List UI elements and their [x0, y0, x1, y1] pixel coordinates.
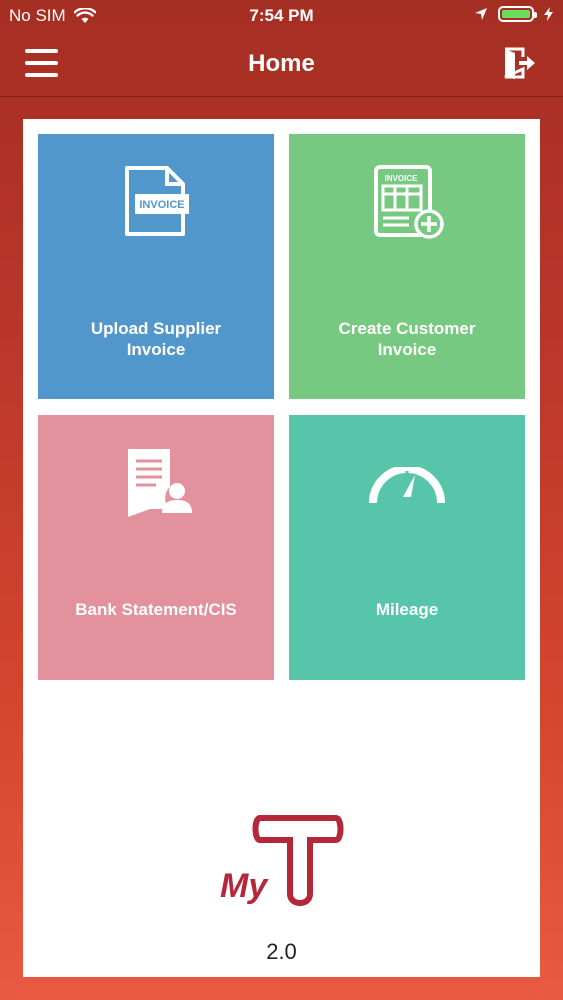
tile-label-line2: Invoice [377, 340, 437, 359]
status-right [474, 6, 553, 22]
charging-icon [544, 7, 553, 21]
tile-label-line2: Invoice [126, 340, 186, 359]
upload-supplier-invoice-tile[interactable]: INVOICE Upload Supplier Invoice [38, 134, 274, 399]
svg-text:INVOICE: INVOICE [139, 199, 184, 211]
mileage-tile[interactable]: Mileage [289, 415, 525, 680]
svg-text:INVOICE: INVOICE [385, 174, 419, 183]
battery-icon [498, 6, 537, 22]
statement-user-icon [38, 447, 274, 524]
tile-label-line1: Upload Supplier [90, 319, 222, 338]
tile-label: Create Customer Invoice [299, 318, 515, 360]
tile-label-line1: Create Customer [338, 319, 476, 338]
create-customer-invoice-tile[interactable]: INVOICE Create Customer Invoice [289, 134, 525, 399]
tile-label: Upload Supplier Invoice [48, 318, 264, 360]
location-arrow-icon [475, 8, 487, 20]
tile-label: Bank Statement/CIS [75, 600, 237, 619]
tile-label: Mileage [375, 600, 439, 619]
invoice-document-icon: INVOICE [38, 164, 274, 245]
logout-icon[interactable] [503, 47, 537, 79]
speedometer-icon [289, 465, 525, 512]
page-title: Home [248, 50, 315, 77]
svg-text:My: My [220, 867, 269, 905]
myt-logo: My [220, 815, 344, 906]
status-bar: No SIM 7:54 PM [0, 0, 563, 32]
app-version: 2.0 [266, 939, 297, 964]
home-panel: INVOICE Upload Supplier Invoice INVOICE [23, 119, 540, 977]
invoice-add-icon: INVOICE [289, 164, 525, 247]
bank-statement-cis-tile[interactable]: Bank Statement/CIS [38, 415, 274, 680]
navigation-bar: Home [0, 32, 563, 97]
